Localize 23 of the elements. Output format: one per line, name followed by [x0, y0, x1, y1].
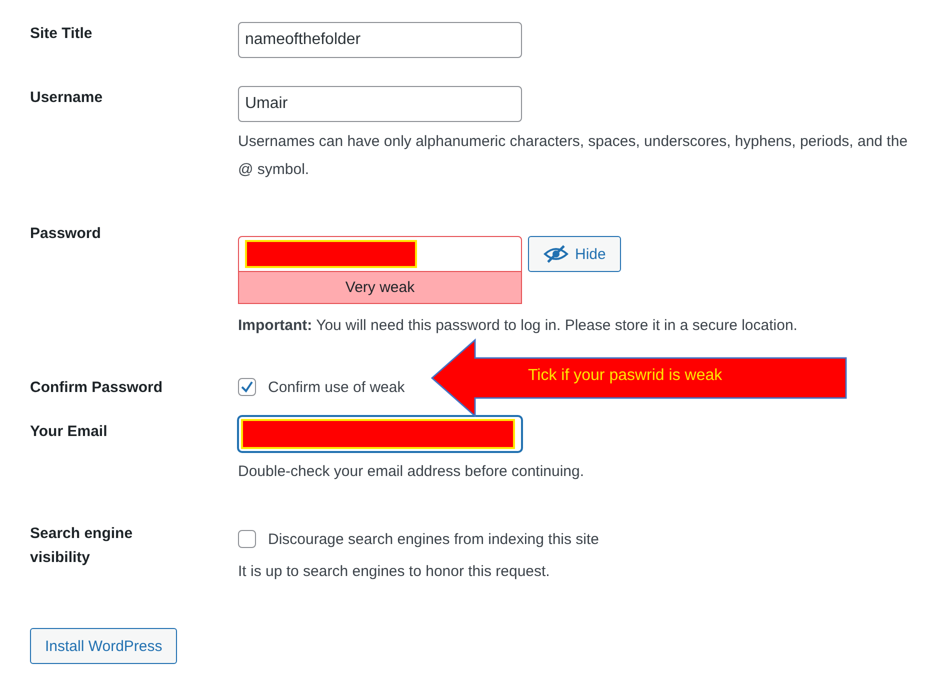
- field-label: Password: [30, 224, 102, 244]
- field-label: Confirm Password: [30, 378, 164, 398]
- field-label: Search engine visibility: [30, 524, 134, 568]
- field-label: Username: [30, 88, 104, 108]
- help-text: Double-check your email address before continuing.: [238, 462, 586, 482]
- checkbox[interactable]: [238, 530, 256, 548]
- hide-button[interactable]: Hide: [528, 236, 621, 272]
- install-button[interactable]: Install WordPress: [30, 628, 178, 664]
- password-field[interactable]: [238, 236, 522, 272]
- text-field[interactable]: nameofthefolder: [238, 22, 522, 58]
- help-text: Usernames can have only alphanumeric characters, spaces, underscores, hyphens, periods, and the @ symbol.: [238, 132, 909, 180]
- checkbox[interactable]: [238, 378, 256, 396]
- help-text: It is up to search engines to honor this request.: [238, 562, 551, 582]
- field-label: Your Email: [30, 422, 108, 442]
- email-field[interactable]: [238, 416, 522, 452]
- strength-meter: Very weak: [238, 272, 522, 304]
- eye-slash-icon: [543, 244, 569, 264]
- help-text: Important: You will need this password to log in. Please store it in a secure location.: [238, 316, 798, 336]
- option-label: Confirm use of weak: [268, 378, 405, 396]
- callout-text: Tick if your paswrid is weak: [528, 367, 722, 385]
- checkbox-option[interactable]: Confirm use of weak: [238, 378, 405, 396]
- field-label: Site Title: [30, 24, 94, 44]
- text-field[interactable]: Umair: [238, 86, 522, 122]
